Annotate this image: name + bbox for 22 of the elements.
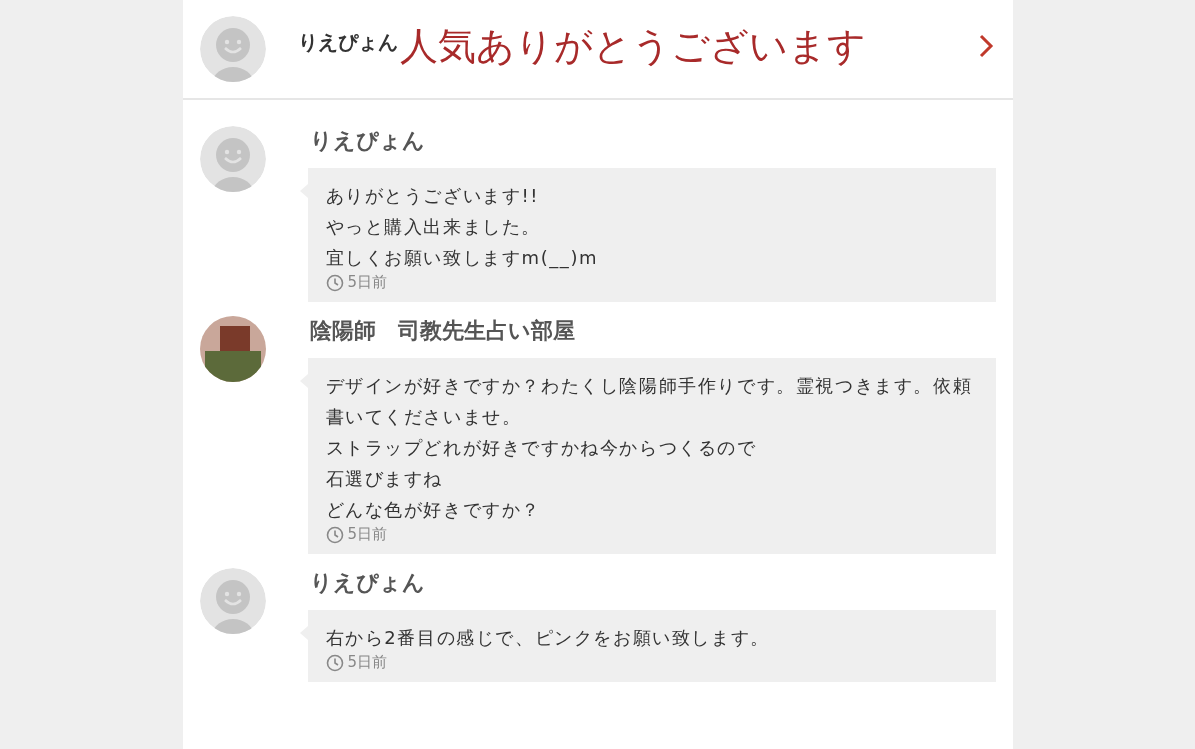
comment-text: ありがとうございます!! xyxy=(325,184,541,208)
user-name: りえぴょん xyxy=(297,28,398,56)
overlay-caption: 人気ありがとうございます xyxy=(399,22,866,70)
comment-text: 石選びますね xyxy=(325,467,445,491)
comment-text: ストラップどれが好きですかね今からつくるので xyxy=(325,436,758,460)
comment-text: どんな色が好きですか？ xyxy=(325,498,543,522)
clock-icon xyxy=(325,273,344,292)
clock-icon xyxy=(325,653,344,672)
commenter-name: りえぴょん xyxy=(309,127,426,155)
avatar-icon xyxy=(199,568,266,634)
timestamp: 5日前 xyxy=(347,273,388,292)
comment-text: 右から2番目の感じで、ピンクをお願い致します。 xyxy=(325,626,771,650)
timestamp: 5日前 xyxy=(347,653,388,672)
comment-text: やっと購入出来ました。 xyxy=(325,215,543,239)
comment-text: デザインが好きですか？わたくし陰陽師手作りです。霊視つきます。依頼書いてくださいませ。 xyxy=(325,374,974,429)
timestamp: 5日前 xyxy=(347,525,388,544)
avatar-icon xyxy=(199,16,266,82)
comment-text: 宜しくお願い致しますm(__)m xyxy=(325,246,600,271)
clock-icon xyxy=(325,525,344,544)
commenter-name: りえぴょん xyxy=(309,569,426,597)
avatar-icon xyxy=(199,126,266,192)
commenter-name: 陰陽師 司教先生占い部屋 xyxy=(309,317,576,345)
